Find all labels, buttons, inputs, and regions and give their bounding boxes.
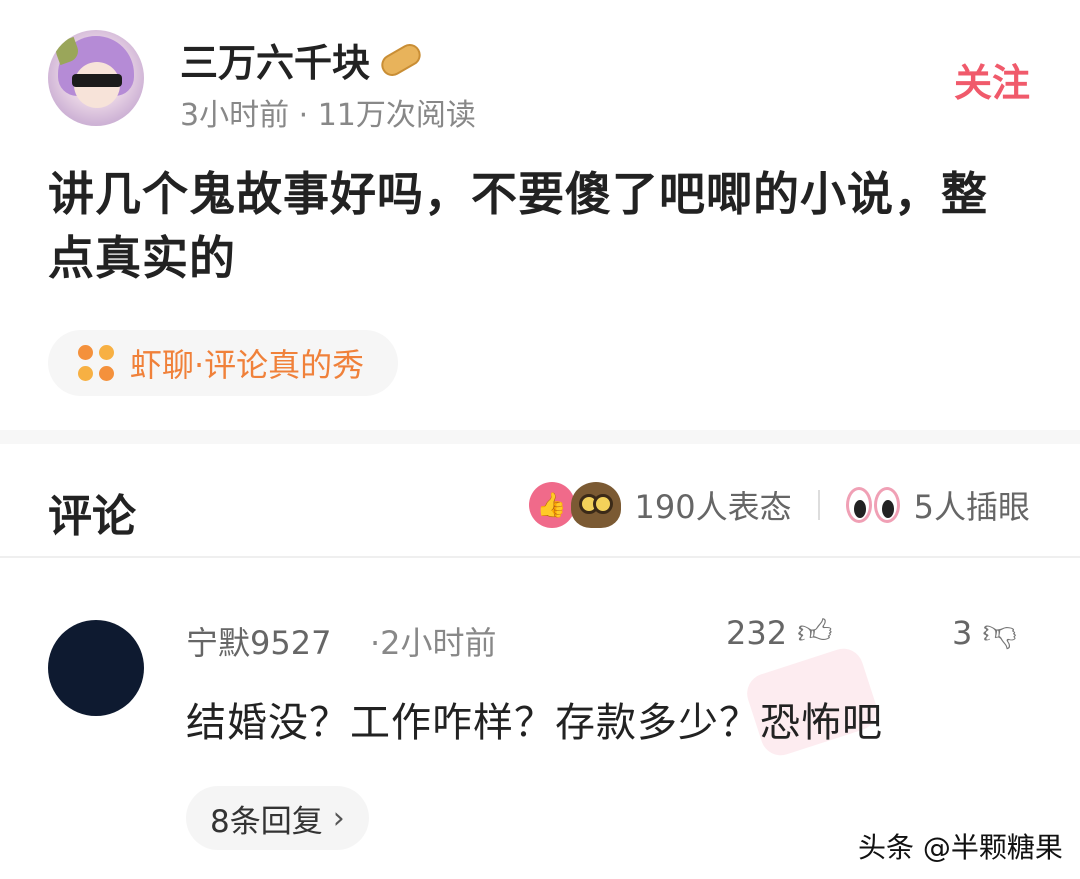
replies-label: 8条回复 xyxy=(210,803,323,840)
like-count: 232 xyxy=(726,613,788,652)
reactions-count: 190人表态 xyxy=(634,488,792,526)
chevron-right-icon: › xyxy=(332,800,345,836)
post-meta: 3小时前 · 11万次阅读 xyxy=(180,98,476,133)
peek-count: 5人插眼 xyxy=(913,488,1030,526)
dislike-count: 3 xyxy=(952,613,973,652)
comment-time: ·2小时前 xyxy=(370,624,497,662)
post-title: 讲几个鬼故事好吗，不要傻了吧唧的小说，整点真实的 xyxy=(48,167,988,285)
reaction-summary[interactable]: 👍 190人表态 5人插眼 xyxy=(528,480,1030,530)
like-button[interactable]: 232 👍︎ xyxy=(726,612,833,653)
follow-button[interactable]: 关注 xyxy=(954,52,1030,107)
comment-text: 结婚没？工作咋样？存款多少？恐怖吧 xyxy=(186,700,883,746)
avatar-glasses xyxy=(72,74,122,87)
commenter-name[interactable]: 宁默9527 xyxy=(186,618,331,664)
author-avatar[interactable] xyxy=(48,30,144,126)
post-header: 三万六千块 3小时前 · 11万次阅读 关注 xyxy=(48,30,1048,133)
reaction-separator xyxy=(817,490,820,520)
comments-header: 评论 👍 190人表态 5人插眼 xyxy=(0,444,1080,558)
watermark: 头条 @半颗糖果 xyxy=(858,831,1063,864)
replies-button[interactable]: 8条回复 › xyxy=(186,786,369,850)
dislike-button[interactable]: 3 👎︎ xyxy=(952,612,1017,653)
eyes-reaction-icon xyxy=(845,485,902,525)
topic-tag[interactable]: 虾聊·评论真的秀 xyxy=(48,330,399,396)
commenter-avatar[interactable] xyxy=(48,620,144,716)
thumb-down-icon: 👎︎ xyxy=(982,612,1017,652)
author-name-row[interactable]: 三万六千块 xyxy=(180,32,425,87)
author-name[interactable]: 三万六千块 xyxy=(180,32,370,87)
topic-icon xyxy=(78,345,114,381)
topic-label: 虾聊·评论真的秀 xyxy=(130,346,365,384)
like-reaction-icon: 👍 xyxy=(528,482,575,528)
peanut-icon xyxy=(377,39,425,80)
comments-title: 评论 xyxy=(48,491,136,542)
thumb-up-icon: 👍︎ xyxy=(797,612,833,652)
section-divider xyxy=(0,430,1080,444)
owl-reaction-icon xyxy=(570,482,621,528)
